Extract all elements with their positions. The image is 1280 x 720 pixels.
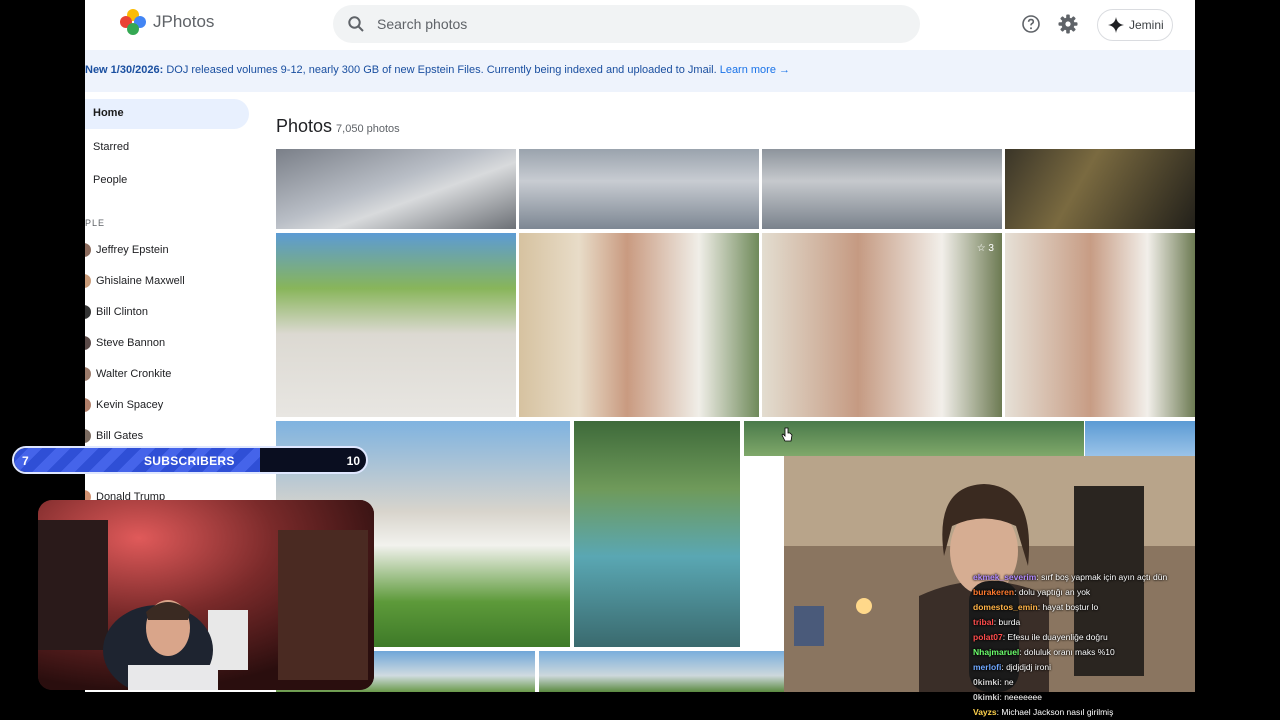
chat-message: Nhajmaruel: doluluk oranı maks %10 xyxy=(973,645,1209,660)
chat-text: : burda xyxy=(993,617,1021,627)
subscriber-goal-bar: 7 SUBSCRIBERS 10 xyxy=(12,446,368,474)
chat-username: polat07 xyxy=(973,632,1003,642)
search-input[interactable]: Search photos xyxy=(377,16,467,32)
photo-thumbnail[interactable] xyxy=(762,149,1002,229)
person-item[interactable]: Bill Clinton xyxy=(85,303,255,321)
photo-count: 7,050 photos xyxy=(336,123,400,135)
avatar xyxy=(85,305,91,319)
chat-username: ekmek_severim xyxy=(973,572,1037,582)
avatar xyxy=(85,336,91,350)
chat-text: : ne xyxy=(999,677,1014,687)
streamer-webcam xyxy=(38,500,374,690)
app-header: JPhotos Search photos Jemini xyxy=(85,0,1195,48)
learn-more-link[interactable]: Learn more → xyxy=(720,64,790,76)
app-logo-icon[interactable] xyxy=(119,8,147,36)
subscriber-label: SUBSCRIBERS xyxy=(144,454,235,468)
photo-thumbnail[interactable] xyxy=(276,233,516,417)
photo-thumbnail[interactable] xyxy=(744,421,1084,456)
photo-thumbnail[interactable]: ☆ 3 xyxy=(762,233,1002,417)
favorite-badge: ☆ 3 xyxy=(976,243,994,254)
chat-text: : Efesu ile duayenliğe doğru xyxy=(1002,632,1108,642)
hand-cursor-icon xyxy=(781,427,793,442)
chat-text: : neeeeeee xyxy=(999,692,1043,702)
sidebar-item-starred[interactable]: Starred xyxy=(93,141,129,153)
chat-text: : sırf boş yapmak için ayın açtı dün xyxy=(1036,572,1168,582)
person-name: Bill Clinton xyxy=(96,306,148,318)
jemini-button[interactable]: Jemini xyxy=(1097,9,1173,41)
person-name: Kevin Spacey xyxy=(96,399,164,411)
person-name: Walter Cronkite xyxy=(96,368,172,380)
chat-username: 0kimki xyxy=(973,677,1000,687)
sidebar-item-home[interactable]: Home xyxy=(85,99,249,129)
photo-thumbnail[interactable] xyxy=(276,149,516,229)
person-item[interactable]: Walter Cronkite xyxy=(85,365,255,383)
person-item[interactable]: Steve Bannon xyxy=(85,334,255,352)
person-name: Steve Bannon xyxy=(96,337,166,349)
announcement-banner: New 1/30/2026: DOJ released volumes 9-12… xyxy=(85,50,1195,92)
banner-date: New 1/30/2026: xyxy=(85,64,164,76)
chat-text: : dolu yaptığı an yok xyxy=(1014,587,1091,597)
chat-username: Nhajmaruel xyxy=(973,647,1020,657)
sidebar-item-people[interactable]: People xyxy=(93,174,127,186)
jemini-label: Jemini xyxy=(1129,18,1164,32)
chat-username: tribal xyxy=(973,617,994,627)
search-box[interactable]: Search photos xyxy=(333,5,920,43)
person-name: Bill Gates xyxy=(96,430,144,442)
avatar xyxy=(85,274,91,288)
chat-username: merlofi xyxy=(973,662,1002,672)
banner-message: DOJ released volumes 9-12, nearly 300 GB… xyxy=(163,64,720,76)
avatar xyxy=(85,398,91,412)
app-title[interactable]: JPhotos xyxy=(153,12,214,32)
chat-username: Vayzs xyxy=(973,707,997,717)
photo-thumbnail[interactable] xyxy=(519,233,759,417)
sparkle-icon xyxy=(1108,17,1124,33)
gear-icon[interactable] xyxy=(1057,13,1079,35)
search-icon[interactable] xyxy=(347,15,365,33)
person-name: Ghislaine Maxwell xyxy=(96,275,185,287)
photo-thumbnail[interactable] xyxy=(574,421,740,647)
avatar xyxy=(85,367,91,381)
avatar xyxy=(85,243,91,257)
sidebar-item-label: Home xyxy=(93,107,124,119)
chat-text: : hayat boştur lo xyxy=(1037,602,1099,612)
banner-text: New 1/30/2026: DOJ released volumes 9-12… xyxy=(85,64,790,76)
chat-message: domestos_emin: hayat boştur lo xyxy=(973,600,1209,615)
person-item[interactable]: Ghislaine Maxwell xyxy=(85,272,255,290)
chat-text: : Michael Jackson nasıl girilmiş xyxy=(996,707,1114,717)
chat-text: : djdjdjdj ironi xyxy=(1001,662,1051,672)
subscriber-current: 7 xyxy=(22,454,29,468)
help-icon[interactable] xyxy=(1021,14,1041,34)
person-item[interactable]: Kevin Spacey xyxy=(85,396,255,414)
chat-message: merlofi: djdjdjdj ironi xyxy=(973,660,1209,675)
webcam-scene-image xyxy=(38,500,374,690)
chat-message: Vayzs: Michael Jackson nasıl girilmiş xyxy=(973,705,1209,720)
person-item[interactable]: Bill Gates xyxy=(85,427,255,445)
page-title: Photos 7,050 photos xyxy=(276,116,400,137)
chat-message: polat07: Efesu ile duayenliğe doğru xyxy=(973,630,1209,645)
chat-message: tribal: burda xyxy=(973,615,1209,630)
subscriber-goal: 10 xyxy=(346,454,360,468)
chat-message: 0kimki: ne xyxy=(973,675,1209,690)
page-title-text: Photos xyxy=(276,116,333,136)
photo-thumbnail[interactable] xyxy=(1085,421,1195,456)
chat-username: domestos_emin xyxy=(973,602,1038,612)
chat-text: : doluluk oranı maks %10 xyxy=(1019,647,1115,657)
chat-message: ekmek_severim: sırf boş yapmak için ayın… xyxy=(973,570,1209,585)
photo-thumbnail[interactable] xyxy=(539,651,784,692)
chat-message: 0kimki: neeeeeee xyxy=(973,690,1209,705)
photo-thumbnail[interactable] xyxy=(1005,149,1195,229)
person-item[interactable]: Jeffrey Epstein xyxy=(85,241,255,259)
photo-thumbnail[interactable] xyxy=(519,149,759,229)
stream-chat: ekmek_severim: sırf boş yapmak için ayın… xyxy=(973,570,1209,720)
chat-username: burakeren xyxy=(973,587,1015,597)
photo-thumbnail[interactable] xyxy=(1005,233,1195,417)
avatar xyxy=(85,429,91,443)
people-section-label: PLE xyxy=(85,218,106,228)
person-name: Jeffrey Epstein xyxy=(96,244,169,256)
chat-username: 0kimki xyxy=(973,692,1000,702)
chat-message: burakeren: dolu yaptığı an yok xyxy=(973,585,1209,600)
